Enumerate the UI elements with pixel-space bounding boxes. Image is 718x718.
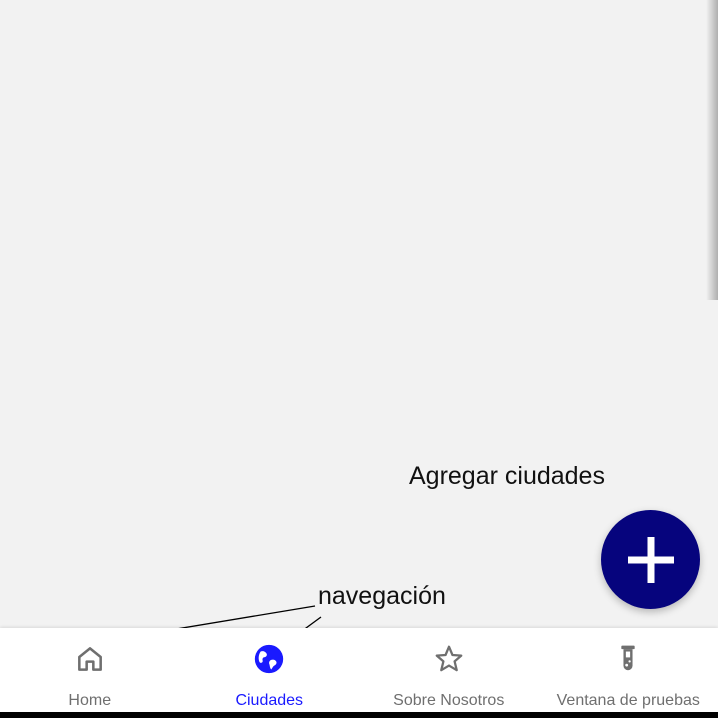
- nav-item-ventana-de-pruebas[interactable]: Ventana de pruebas: [539, 628, 718, 712]
- bottom-navigation: Home Ciudades Sobre Nosotros Ventana de …: [0, 628, 718, 712]
- globe-icon: [252, 642, 286, 676]
- test-tube-icon: [611, 642, 645, 676]
- add-city-button[interactable]: [601, 510, 700, 609]
- nav-item-label: Sobre Nosotros: [393, 692, 505, 709]
- system-bottom-bar: [0, 712, 718, 718]
- star-icon: [432, 642, 466, 676]
- nav-item-label: Home: [68, 692, 112, 709]
- nav-item-sobre-nosotros[interactable]: Sobre Nosotros: [359, 628, 539, 712]
- nav-annotation: navegación: [318, 582, 446, 610]
- nav-item-label: Ventana de pruebas: [556, 692, 700, 709]
- nav-item-ciudades[interactable]: Ciudades: [180, 628, 360, 712]
- nav-item-home[interactable]: Home: [0, 628, 180, 712]
- nav-item-label: Ciudades: [235, 692, 304, 709]
- home-icon: [73, 642, 107, 676]
- drawer-edge-shadow: [706, 0, 718, 300]
- plus-icon: [627, 536, 674, 583]
- app-screen: Agregar ciudades navegación Home Ciudade…: [0, 0, 718, 718]
- fab-annotation: Agregar ciudades: [409, 462, 605, 490]
